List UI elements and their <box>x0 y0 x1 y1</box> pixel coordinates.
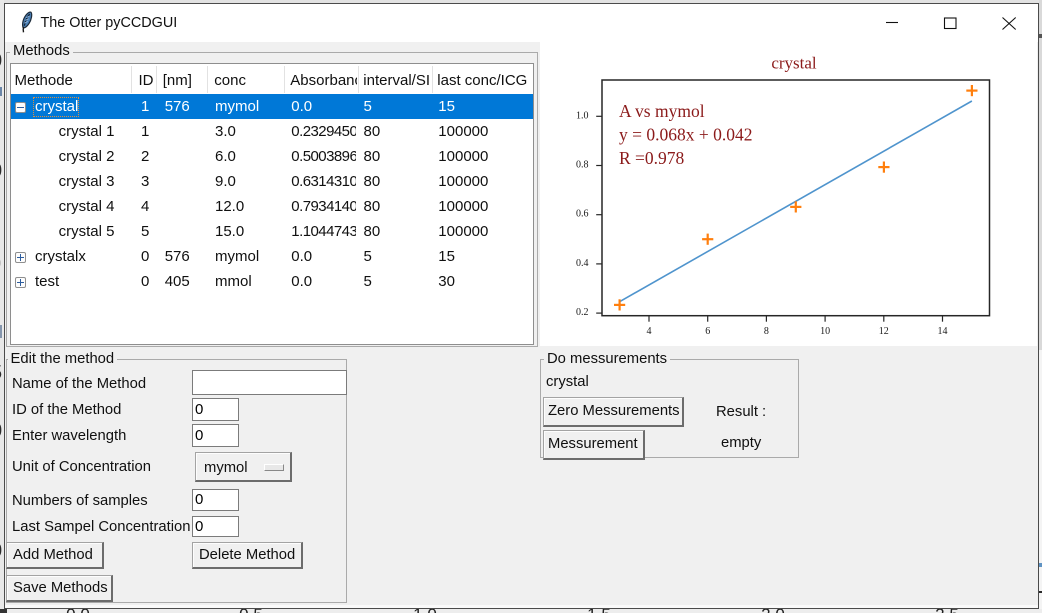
svg-text:8: 8 <box>764 326 769 337</box>
svg-text:0.4: 0.4 <box>576 258 589 269</box>
svg-text:0.2: 0.2 <box>576 307 589 318</box>
svg-text:1.0: 1.0 <box>576 110 589 121</box>
svg-text:14: 14 <box>938 326 948 337</box>
svg-text:6: 6 <box>705 326 710 337</box>
svg-text:A vs mymol: A vs mymol <box>619 101 705 121</box>
svg-text:R =0.978: R =0.978 <box>619 148 685 168</box>
svg-text:0.8: 0.8 <box>576 160 589 171</box>
svg-text:4: 4 <box>647 326 652 337</box>
svg-text:crystal: crystal <box>771 54 817 73</box>
svg-text:0.6: 0.6 <box>576 209 589 220</box>
svg-text:y = 0.068x + 0.042: y = 0.068x + 0.042 <box>619 125 753 145</box>
svg-text:12: 12 <box>879 326 889 337</box>
svg-text:10: 10 <box>820 326 830 337</box>
